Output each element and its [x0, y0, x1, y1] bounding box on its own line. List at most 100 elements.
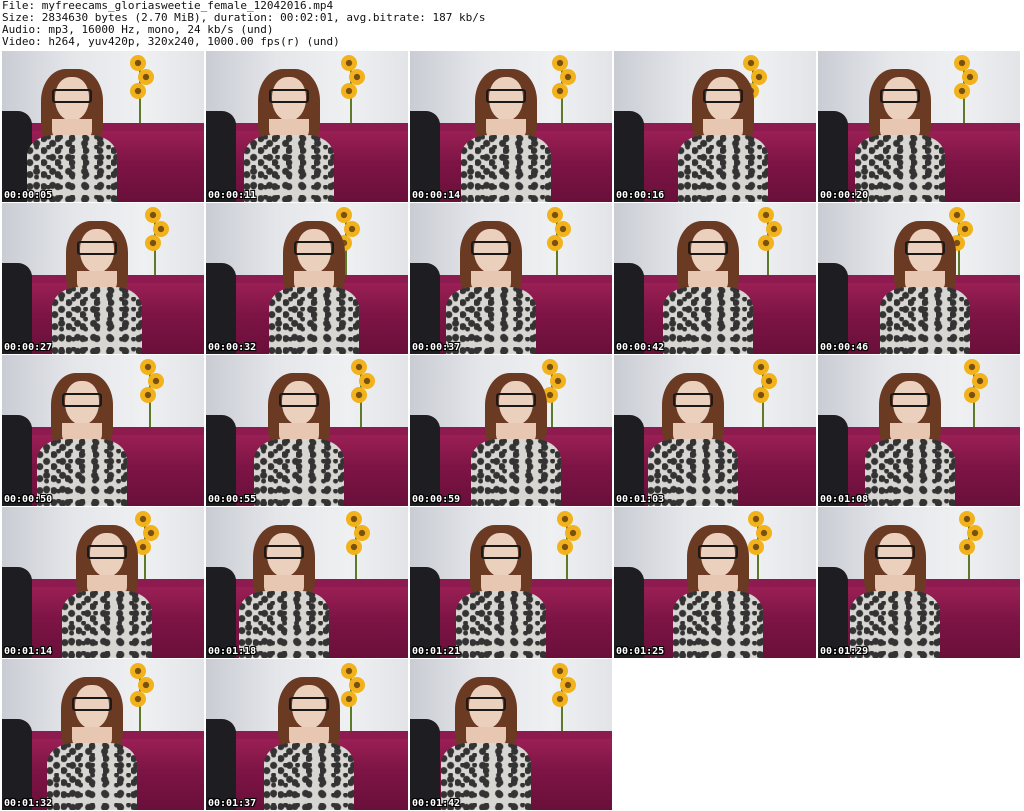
glasses-icon — [279, 393, 319, 407]
thumbnail-timestamp: 00:00:05 — [4, 190, 53, 201]
sunflower-decoration — [748, 539, 764, 555]
video-thumbnail: 00:00:11 — [206, 51, 408, 202]
video-thumbnail: 00:00:16 — [614, 51, 816, 202]
office-chair — [410, 719, 440, 810]
thumbnail-timestamp: 00:00:16 — [616, 190, 665, 201]
glasses-icon — [471, 241, 511, 255]
leopard-print-top — [254, 439, 344, 506]
thumbnail-timestamp: 00:01:21 — [412, 646, 461, 657]
glasses-icon — [673, 393, 713, 407]
office-chair — [206, 111, 236, 202]
thumbnail-timestamp: 00:00:11 — [208, 190, 257, 201]
leopard-print-top — [244, 135, 334, 202]
glasses-icon — [875, 545, 915, 559]
office-chair — [2, 415, 32, 506]
office-chair — [2, 263, 32, 354]
thumbnail-timestamp: 00:01:03 — [616, 494, 665, 505]
video-thumbnail: 00:00:32 — [206, 203, 408, 354]
sunflower-decoration — [341, 691, 357, 707]
video-thumbnail: 00:01:29 — [818, 507, 1020, 658]
leopard-print-top — [678, 135, 768, 202]
sunflower-decoration — [954, 83, 970, 99]
video-thumbnail: 00:00:50 — [2, 355, 204, 506]
video-thumbnail: 00:00:20 — [818, 51, 1020, 202]
video-thumbnail: 00:00:05 — [2, 51, 204, 202]
thumbnail-timestamp: 00:01:18 — [208, 646, 257, 657]
glasses-icon — [77, 241, 117, 255]
glasses-icon — [289, 697, 329, 711]
sunflower-decoration — [552, 691, 568, 707]
video-thumbnail: 00:01:21 — [410, 507, 612, 658]
leopard-print-top — [269, 287, 359, 354]
thumbnail-timestamp: 00:01:29 — [820, 646, 869, 657]
office-chair — [410, 111, 440, 202]
video-thumbnail: 00:01:14 — [2, 507, 204, 658]
leopard-print-top — [456, 591, 546, 658]
leopard-print-top — [264, 743, 354, 810]
office-chair — [818, 567, 848, 658]
sunflower-decoration — [964, 387, 980, 403]
thumbnail-timestamp: 00:00:20 — [820, 190, 869, 201]
sunflower-decoration — [552, 83, 568, 99]
video-thumbnail: 00:01:03 — [614, 355, 816, 506]
video-thumbnail: 00:00:27 — [2, 203, 204, 354]
office-chair — [2, 719, 32, 810]
glasses-icon — [269, 89, 309, 103]
glasses-icon — [698, 545, 738, 559]
sunflower-decoration — [557, 539, 573, 555]
sunflower-decoration — [346, 539, 362, 555]
sunflower-decoration — [547, 235, 563, 251]
sunflower-decoration — [753, 387, 769, 403]
office-chair — [410, 263, 440, 354]
thumbnail-timestamp: 00:00:46 — [820, 342, 869, 353]
video-thumbnail: 00:00:59 — [410, 355, 612, 506]
file-info-header: File: myfreecams_gloriasweetie_female_12… — [2, 0, 485, 48]
video-thumbnail: 00:01:25 — [614, 507, 816, 658]
thumbnail-timestamp: 00:00:50 — [4, 494, 53, 505]
thumbnail-timestamp: 00:01:42 — [412, 798, 461, 809]
video-line: Video: h264, yuv420p, 320x240, 1000.00 f… — [2, 35, 340, 48]
video-thumbnail: 00:01:08 — [818, 355, 1020, 506]
leopard-print-top — [461, 135, 551, 202]
video-thumbnail: 00:01:42 — [410, 659, 612, 810]
office-chair — [206, 415, 236, 506]
glasses-icon — [890, 393, 930, 407]
glasses-icon — [87, 545, 127, 559]
office-chair — [410, 415, 440, 506]
leopard-print-top — [47, 743, 137, 810]
thumbnail-timestamp: 00:00:55 — [208, 494, 257, 505]
office-chair — [614, 567, 644, 658]
sunflower-decoration — [130, 691, 146, 707]
glasses-icon — [486, 89, 526, 103]
thumbnail-timestamp: 00:01:14 — [4, 646, 53, 657]
thumbnail-timestamp: 00:00:42 — [616, 342, 665, 353]
glasses-icon — [703, 89, 743, 103]
office-chair — [206, 567, 236, 658]
sunflower-decoration — [959, 539, 975, 555]
thumbnail-timestamp: 00:00:37 — [412, 342, 461, 353]
office-chair — [410, 567, 440, 658]
sunflower-decoration — [130, 83, 146, 99]
office-chair — [818, 111, 848, 202]
video-thumbnail: 00:01:18 — [206, 507, 408, 658]
glasses-icon — [62, 393, 102, 407]
office-chair — [614, 263, 644, 354]
sunflower-decoration — [341, 83, 357, 99]
glasses-icon — [52, 89, 92, 103]
video-thumbnail: 00:01:32 — [2, 659, 204, 810]
glasses-icon — [481, 545, 521, 559]
video-thumbnail: 00:00:42 — [614, 203, 816, 354]
sunflower-decoration — [145, 235, 161, 251]
sunflower-decoration — [758, 235, 774, 251]
video-thumbnail: 00:00:55 — [206, 355, 408, 506]
glasses-icon — [880, 89, 920, 103]
video-thumbnail: 00:00:14 — [410, 51, 612, 202]
office-chair — [206, 263, 236, 354]
glasses-icon — [496, 393, 536, 407]
thumbnail-timestamp: 00:01:08 — [820, 494, 869, 505]
office-chair — [206, 719, 236, 810]
thumbnail-timestamp: 00:01:25 — [616, 646, 665, 657]
leopard-print-top — [673, 591, 763, 658]
office-chair — [614, 415, 644, 506]
video-thumbnail: 00:00:46 — [818, 203, 1020, 354]
